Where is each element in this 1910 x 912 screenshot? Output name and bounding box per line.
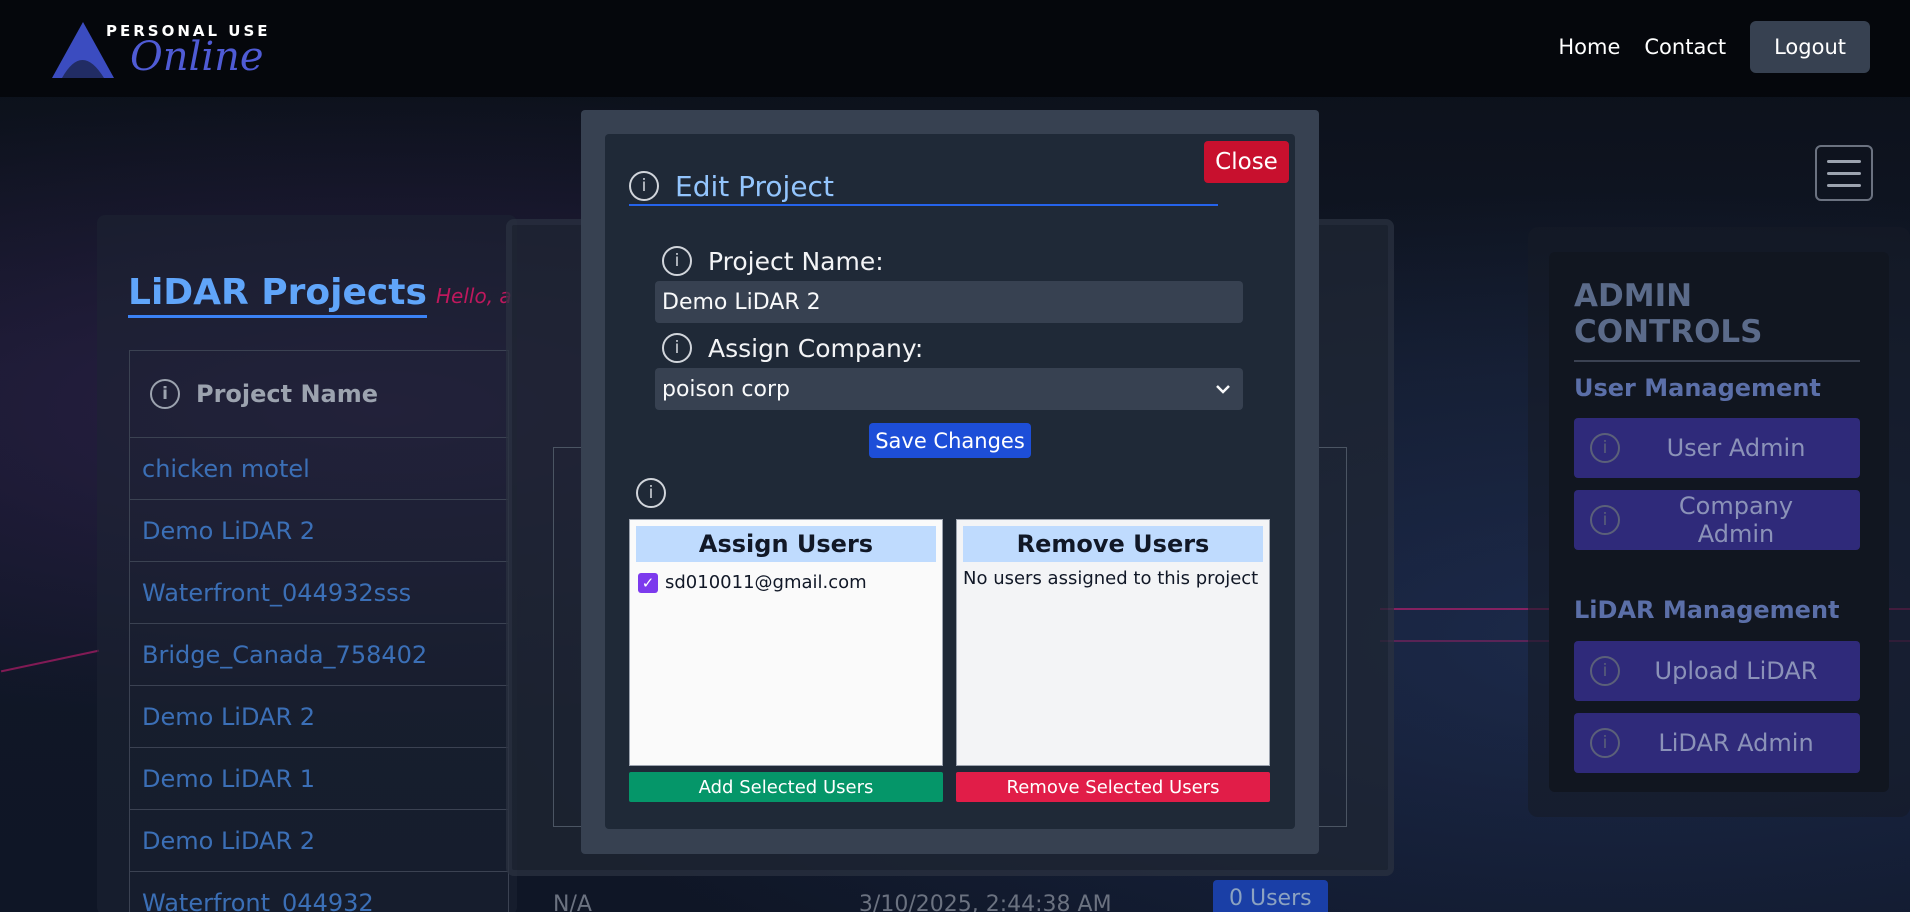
table-row: N/A 3/10/2025, 2:44:38 AM	[553, 892, 1112, 912]
project-name-column-header: Project Name	[196, 380, 379, 408]
remove-selected-users-button[interactable]: Remove Selected Users	[956, 772, 1270, 802]
hamburger-icon[interactable]	[1815, 145, 1873, 201]
info-icon[interactable]: i	[1590, 656, 1620, 686]
user-email: sd010011@gmail.com	[665, 572, 867, 593]
info-icon[interactable]: i	[629, 171, 659, 201]
table-row[interactable]: Waterfront_044932sss	[129, 562, 509, 624]
upload-lidar-label: Upload LiDAR	[1654, 657, 1818, 685]
save-changes-button[interactable]: Save Changes	[869, 423, 1031, 458]
nav-contact-link[interactable]: Contact	[1644, 35, 1726, 59]
lidar-admin-button[interactable]: i LiDAR Admin	[1574, 713, 1860, 773]
modal-title-row: i Edit Project	[629, 168, 1218, 206]
logout-button[interactable]: Logout	[1750, 21, 1870, 73]
user-lists-info: i	[636, 478, 682, 508]
projects-table-header: i Project Name	[129, 350, 509, 438]
table-cell: N/A	[553, 892, 592, 912]
nav-links: Home Contact Logout	[1558, 21, 1870, 73]
table-row[interactable]: Demo LiDAR 2	[129, 686, 509, 748]
lidar-management-heading: LiDAR Management	[1574, 596, 1840, 624]
info-icon[interactable]: i	[1590, 728, 1620, 758]
table-row[interactable]: Demo LiDAR 2	[129, 500, 509, 562]
upload-lidar-button[interactable]: i Upload LiDAR	[1574, 641, 1860, 701]
assign-company-value: poison corp	[662, 376, 790, 402]
info-icon[interactable]: i	[636, 478, 666, 508]
info-icon[interactable]: i	[150, 379, 180, 409]
assign-company-label-row: i Assign Company:	[662, 333, 923, 363]
users-count-badge[interactable]: 0 Users	[1213, 880, 1328, 912]
greeting-text: Hello, a	[436, 284, 512, 308]
checkmark-icon[interactable]: ✓	[638, 572, 658, 593]
company-admin-button[interactable]: i Company Admin	[1574, 490, 1860, 550]
nav-home-link[interactable]: Home	[1558, 35, 1620, 59]
user-admin-label: User Admin	[1666, 434, 1806, 462]
remove-users-list: Remove Users No users assigned to this p…	[956, 519, 1270, 766]
company-admin-label: Company Admin	[1678, 492, 1794, 548]
user-admin-button[interactable]: i User Admin	[1574, 418, 1860, 478]
assign-company-label: Assign Company:	[708, 333, 924, 363]
lidar-admin-label: LiDAR Admin	[1658, 729, 1814, 757]
site-logo[interactable]: PERSONAL USE Online	[52, 22, 268, 80]
project-name-label-row: i Project Name:	[662, 246, 884, 276]
projects-table: i Project Name chicken motel Demo LiDAR …	[129, 350, 509, 912]
no-users-message: No users assigned to this project	[963, 568, 1259, 589]
user-management-heading: User Management	[1574, 374, 1821, 402]
info-icon[interactable]: i	[1590, 433, 1620, 463]
table-row[interactable]: chicken motel	[129, 438, 509, 500]
add-selected-users-button[interactable]: Add Selected Users	[629, 772, 943, 802]
top-navbar: PERSONAL USE Online Home Contact Logout	[0, 0, 1910, 97]
table-cell: 3/10/2025, 2:44:38 AM	[858, 892, 1112, 912]
info-icon[interactable]: i	[1590, 505, 1620, 535]
project-name-label: Project Name:	[708, 246, 884, 276]
info-icon[interactable]: i	[662, 246, 692, 276]
logo-triangle-icon	[52, 22, 114, 78]
admin-controls-title: ADMIN CONTROLS	[1574, 278, 1860, 362]
chevron-down-icon	[1216, 385, 1230, 394]
table-row[interactable]: Waterfront_044932	[129, 872, 509, 912]
modal-title: Edit Project	[675, 169, 834, 203]
projects-title: LiDAR Projects	[128, 272, 427, 318]
remove-users-title: Remove Users	[963, 526, 1263, 562]
info-icon[interactable]: i	[662, 333, 692, 363]
assign-company-select[interactable]: poison corp	[655, 368, 1243, 410]
table-row[interactable]: Demo LiDAR 1	[129, 748, 509, 810]
list-item[interactable]: ✓ sd010011@gmail.com	[630, 562, 942, 593]
table-row[interactable]: Bridge_Canada_758402	[129, 624, 509, 686]
assign-users-list: Assign Users ✓ sd010011@gmail.com	[629, 519, 943, 766]
logo-bottom-text: Online	[130, 34, 264, 80]
project-name-input[interactable]: Demo LiDAR 2	[655, 281, 1243, 323]
assign-users-title: Assign Users	[636, 526, 936, 562]
table-row[interactable]: Demo LiDAR 2	[129, 810, 509, 872]
